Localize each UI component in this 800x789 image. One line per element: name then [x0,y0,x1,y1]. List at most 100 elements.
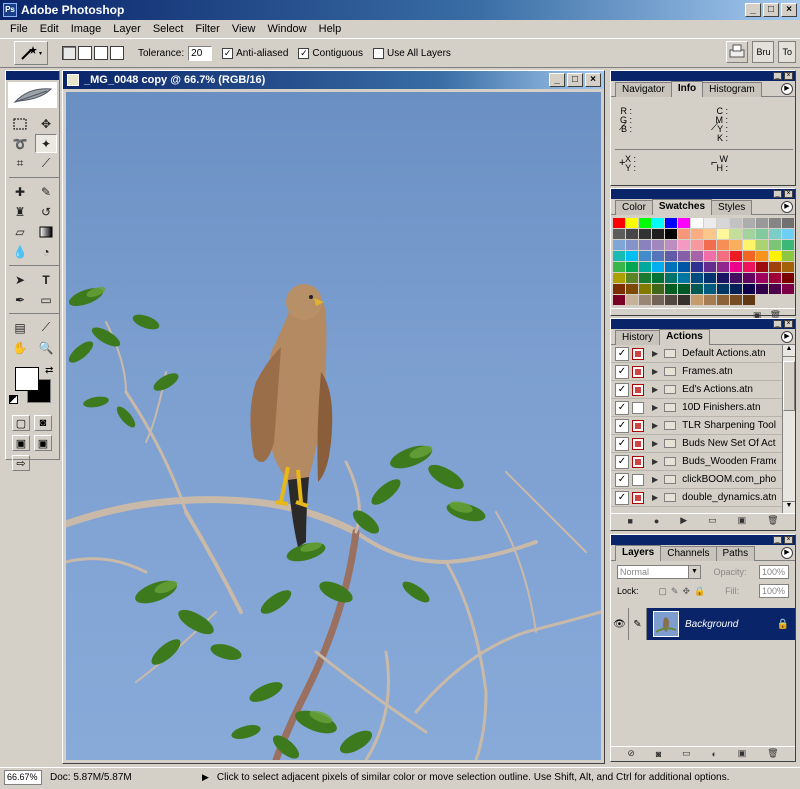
swatch[interactable] [730,251,742,261]
swatch[interactable] [639,273,651,283]
move-tool-icon[interactable]: ✥ [35,114,57,133]
panel-minimize-button[interactable]: _ [773,536,782,544]
swatch[interactable] [743,262,755,272]
panel-menu-icon[interactable]: ▶ [781,83,793,95]
notes-tool-icon[interactable]: ▤ [9,318,31,337]
menu-window[interactable]: Window [262,23,313,35]
swatch[interactable] [730,284,742,294]
panel-minimize-button[interactable]: _ [773,190,782,198]
expand-triangle-icon[interactable]: ▶ [652,421,658,430]
swatch[interactable] [652,218,664,228]
fill-input[interactable]: 100% [758,584,789,598]
swatch[interactable] [691,284,703,294]
action-dialog-toggle[interactable] [632,455,644,468]
swatch[interactable] [769,284,781,294]
add-to-selection-button[interactable] [78,46,92,60]
contiguous-checkbox[interactable]: ✓ Contiguous [298,47,363,59]
panel-menu-icon[interactable]: ▶ [781,331,793,343]
swatch[interactable] [769,273,781,283]
swatch[interactable] [613,295,625,305]
path-selection-icon[interactable]: ➤ [9,270,31,289]
panel-menu-icon[interactable]: ▶ [781,201,793,213]
swatch[interactable] [691,240,703,250]
swatch[interactable] [756,218,768,228]
jump-to-imageready-icon[interactable]: ⇨ [12,455,30,471]
swatch[interactable] [639,229,651,239]
action-dialog-toggle[interactable] [632,383,644,396]
default-colors-icon[interactable] [9,395,18,404]
image-canvas[interactable] [66,92,601,760]
swatch[interactable] [704,251,716,261]
brushes-tab[interactable]: Bru [752,41,775,63]
zoom-input[interactable]: 66.67% [4,770,42,785]
swatch[interactable] [743,273,755,283]
brush-link-icon[interactable]: ✎ [629,608,647,640]
expand-triangle-icon[interactable]: ▶ [652,457,658,466]
zoom-tool-icon[interactable]: 🔍 [35,338,57,357]
tab-info[interactable]: Info [670,81,704,97]
standard-mode-icon[interactable]: ▢ [12,415,30,431]
swatch[interactable] [639,295,651,305]
swatch[interactable] [704,262,716,272]
swatch[interactable] [769,251,781,261]
opacity-input[interactable]: 100% [758,565,789,579]
swatch[interactable] [743,229,755,239]
swatch[interactable] [652,273,664,283]
swatch[interactable] [665,262,677,272]
swatch[interactable] [769,240,781,250]
eraser-tool-icon[interactable]: ▱ [9,222,31,241]
marquee-tool-icon[interactable] [9,114,31,133]
brush-tool-icon[interactable]: ✎ [35,182,57,201]
swatch[interactable] [704,218,716,228]
tab-navigator[interactable]: Navigator [615,82,672,97]
action-row[interactable]: ✓ ▶ Ed's Actions.atn [611,381,795,399]
swatch[interactable] [782,284,794,294]
action-enabled-checkbox[interactable]: ✓ [615,472,629,487]
expand-triangle-icon[interactable]: ▶ [652,475,658,484]
swatch[interactable] [613,262,625,272]
menu-view[interactable]: View [226,23,262,35]
lock-paint-icon[interactable]: ✎ [671,586,679,597]
swatch[interactable] [613,229,625,239]
action-dialog-toggle[interactable] [632,437,644,450]
swatch[interactable] [704,240,716,250]
doc-maximize-button[interactable]: □ [567,73,583,87]
action-row[interactable]: ✓ ▶ TLR Sharpening Tool... [611,417,795,435]
swatch[interactable] [652,295,664,305]
panel-close-button[interactable]: × [784,536,793,544]
swatch[interactable] [756,284,768,294]
menu-file[interactable]: File [4,23,34,35]
swatch[interactable] [652,284,664,294]
swatch[interactable] [626,284,638,294]
adjustment-layer-icon[interactable]: ◐ [711,749,716,759]
swatch[interactable] [613,251,625,261]
tab-histogram[interactable]: Histogram [702,82,762,97]
swatch[interactable] [639,240,651,250]
swatch[interactable] [652,240,664,250]
swatch[interactable] [704,284,716,294]
eye-icon[interactable]: 👁 [611,608,629,640]
swatch[interactable] [665,251,677,261]
swatch[interactable] [717,284,729,294]
close-button[interactable]: × [781,3,797,17]
swatch[interactable] [730,273,742,283]
use-all-layers-checkbox[interactable]: Use All Layers [373,47,451,59]
menu-help[interactable]: Help [313,23,348,35]
lock-position-icon[interactable]: ✥ [682,586,690,597]
file-browser-button[interactable] [726,41,749,63]
swatch[interactable] [678,229,690,239]
tab-actions[interactable]: Actions [659,329,710,345]
action-enabled-checkbox[interactable]: ✓ [615,364,629,379]
swatch[interactable] [782,251,794,261]
swatch[interactable] [691,251,703,261]
swatch[interactable] [626,229,638,239]
swatch[interactable] [626,273,638,283]
magic-wand-tool-icon[interactable]: ✦ [35,134,57,153]
swatch[interactable] [756,229,768,239]
action-dialog-toggle[interactable] [632,473,644,486]
swatch[interactable] [730,262,742,272]
panel-close-button[interactable]: × [784,320,793,328]
swatch[interactable] [678,240,690,250]
swatch[interactable] [678,295,690,305]
menu-layer[interactable]: Layer [107,23,147,35]
